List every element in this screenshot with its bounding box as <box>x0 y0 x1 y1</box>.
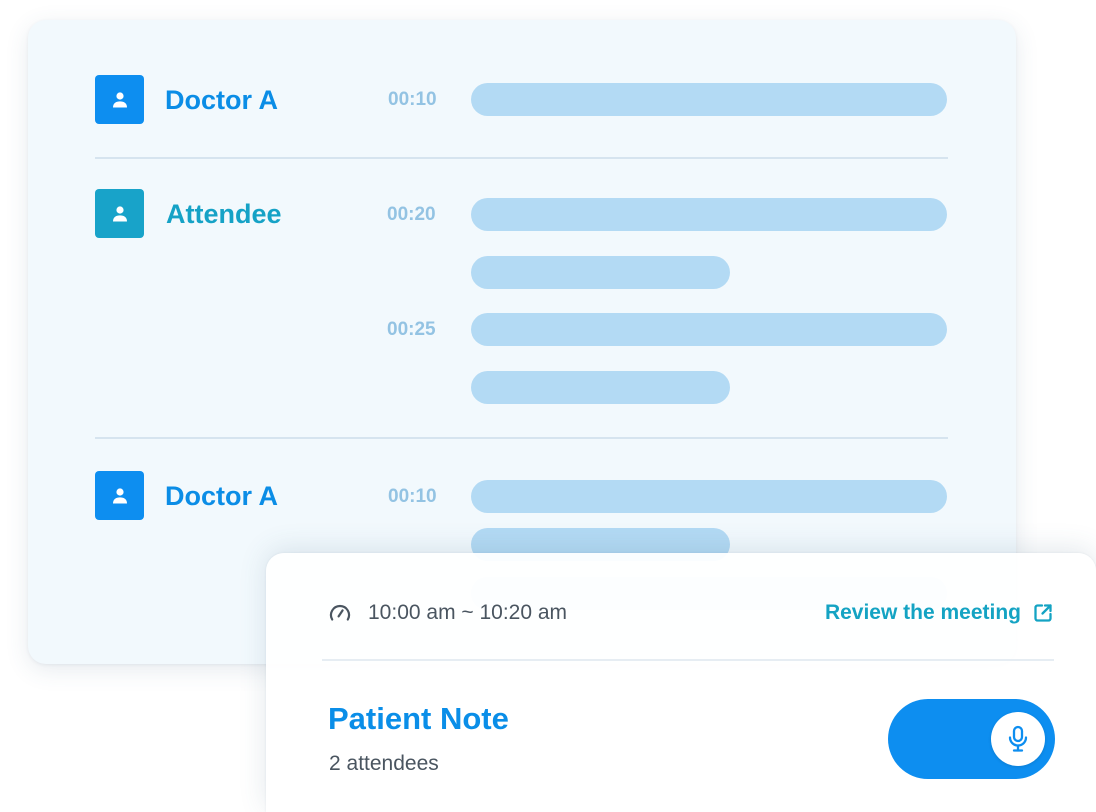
meeting-time-range: 10:00 am ~ 10:20 am <box>328 601 567 625</box>
user-icon <box>112 487 127 503</box>
review-meeting-label: Review the meeting <box>824 601 1021 624</box>
transcript-line-placeholder <box>471 256 730 289</box>
microphone-icon <box>1008 725 1028 752</box>
transcript-line-placeholder <box>471 198 947 231</box>
user-icon <box>112 205 127 221</box>
timestamp: 00:10 <box>388 486 437 507</box>
speaker-name: Attendee <box>166 199 282 229</box>
time-range-text: 10:00 am ~ 10:20 am <box>368 601 568 624</box>
note-title[interactable]: Patient Note <box>328 701 509 737</box>
transcript-line-placeholder <box>471 83 947 116</box>
transcript-line-placeholder <box>471 371 730 404</box>
speaker-name: Doctor A <box>165 85 278 115</box>
divider <box>95 437 948 439</box>
avatar <box>95 75 144 124</box>
meeting-card: 10:00 am ~ 10:20 am Review the meeting P… <box>266 553 1096 812</box>
timestamp: 00:10 <box>388 89 437 110</box>
record-toggle[interactable] <box>888 699 1055 779</box>
external-link-icon <box>1032 602 1054 624</box>
avatar <box>95 471 144 520</box>
transcript-line-placeholder <box>471 313 947 346</box>
user-icon <box>112 91 127 107</box>
timestamp: 00:25 <box>387 319 436 340</box>
speedometer-icon <box>328 601 352 625</box>
divider <box>322 659 1054 661</box>
divider <box>95 157 948 159</box>
avatar <box>95 189 144 238</box>
review-meeting-link[interactable]: Review the meeting <box>825 601 1054 625</box>
speaker-name: Doctor A <box>165 481 278 511</box>
transcript-line-placeholder <box>471 480 947 513</box>
timestamp: 00:20 <box>387 204 436 225</box>
attendees-count: 2 attendees <box>329 752 439 775</box>
toggle-knob[interactable] <box>991 712 1045 766</box>
